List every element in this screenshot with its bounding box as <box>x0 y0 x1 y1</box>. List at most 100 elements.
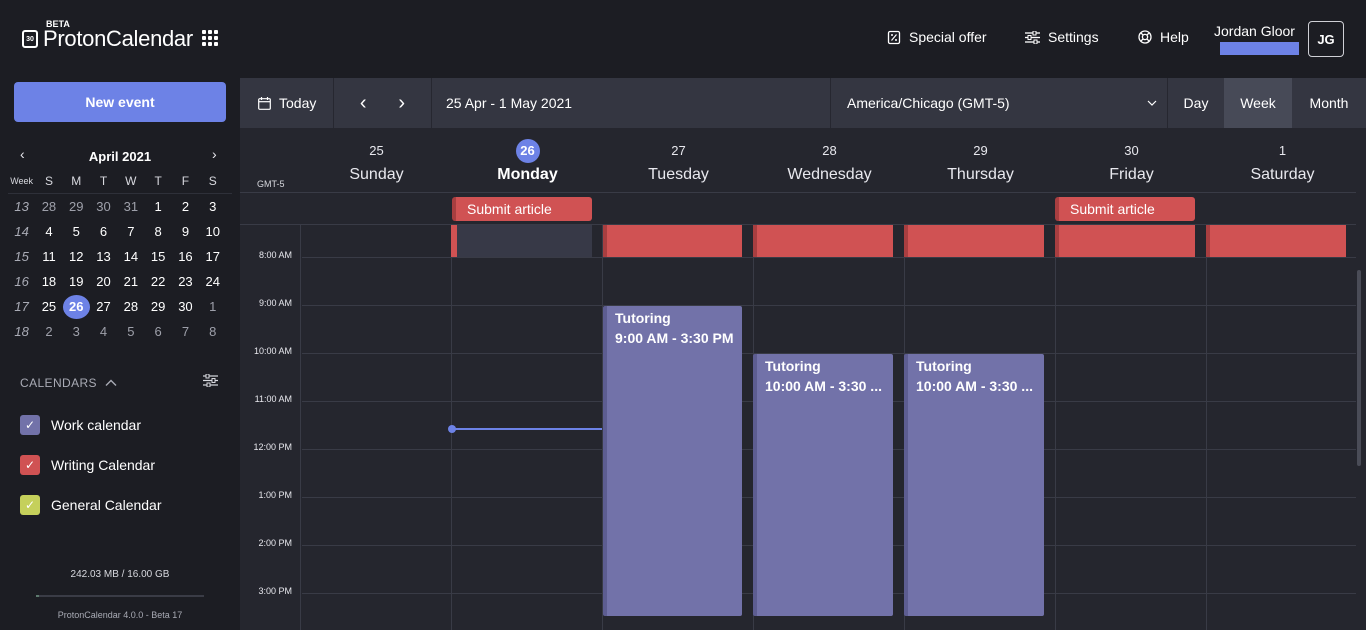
mini-day[interactable]: 21 <box>117 274 144 289</box>
day-column-header[interactable]: 29 Thursday <box>905 142 1056 184</box>
mini-next-month-button[interactable]: › <box>212 146 217 162</box>
mini-day[interactable]: 23 <box>172 274 199 289</box>
calendar-settings-button[interactable] <box>203 373 218 392</box>
mini-day[interactable]: 19 <box>63 274 90 289</box>
chevron-right-icon[interactable]: › <box>398 92 405 115</box>
event-block-continued[interactable] <box>753 225 893 257</box>
mini-week-row: 13 28 29 30 31 1 2 3 <box>8 194 232 219</box>
day-number: 1 <box>1278 143 1287 158</box>
event-block-continued[interactable] <box>1206 225 1346 257</box>
mini-day[interactable]: 4 <box>90 324 117 339</box>
app-logo[interactable]: 30 ProtonCalendar <box>22 26 193 52</box>
all-day-event[interactable]: Submit article <box>452 197 592 221</box>
mini-day[interactable]: 15 <box>144 249 171 264</box>
day-column-header[interactable]: 30 Friday <box>1056 142 1207 184</box>
view-week-button[interactable]: Week <box>1224 78 1292 128</box>
week-number[interactable]: 14 <box>8 224 35 239</box>
mini-day[interactable]: 13 <box>90 249 117 264</box>
mini-day[interactable]: 8 <box>144 224 171 239</box>
event-block-continued[interactable] <box>603 225 742 257</box>
day-name: Monday <box>497 166 558 183</box>
checkbox-check-icon[interactable]: ✓ <box>20 495 40 515</box>
week-number[interactable]: 18 <box>8 324 35 339</box>
checkbox-check-icon[interactable]: ✓ <box>20 455 40 475</box>
mini-day[interactable]: 3 <box>63 324 90 339</box>
day-column-header[interactable]: 25 Sunday <box>301 142 452 184</box>
mini-day[interactable]: 6 <box>144 324 171 339</box>
mini-day[interactable]: 14 <box>117 249 144 264</box>
mini-day[interactable]: 29 <box>63 199 90 214</box>
storage-usage-text: 242.03 MB / 16.00 GB <box>70 569 170 580</box>
mini-day[interactable]: 12 <box>63 249 90 264</box>
mini-day[interactable]: 1 <box>144 199 171 214</box>
sliders-icon <box>203 373 218 388</box>
day-column-header[interactable]: 26 Monday <box>452 139 603 184</box>
vertical-scrollbar[interactable] <box>1357 270 1361 466</box>
mini-day[interactable]: 9 <box>172 224 199 239</box>
mini-day[interactable]: 28 <box>35 199 62 214</box>
calendars-heading[interactable]: CALENDARS <box>20 376 220 390</box>
mini-day[interactable]: 4 <box>35 224 62 239</box>
today-button[interactable]: Today <box>240 78 334 128</box>
user-name[interactable]: Jordan Gloor <box>1214 23 1295 39</box>
calendar-item-label: General Calendar <box>51 497 162 513</box>
chevron-left-icon[interactable]: ‹ <box>360 92 367 115</box>
avatar[interactable]: JG <box>1308 21 1344 57</box>
week-number[interactable]: 15 <box>8 249 35 264</box>
mini-day[interactable]: 24 <box>199 274 226 289</box>
calendar-item-writing[interactable]: ✓ Writing Calendar <box>20 455 155 475</box>
event-card[interactable]: Tutoring 9:00 AM - 3:30 PM <box>603 306 742 616</box>
special-offer-link[interactable]: Special offer <box>887 29 987 45</box>
day-column-header[interactable]: 28 Wednesday <box>754 142 905 184</box>
view-day-button[interactable]: Day <box>1168 78 1224 128</box>
event-block-continued[interactable] <box>1055 225 1195 257</box>
day-column-header[interactable]: 1 Saturday <box>1207 142 1358 184</box>
mini-day[interactable]: 10 <box>199 224 226 239</box>
time-grid[interactable]: 8:00 AM 9:00 AM 10:00 AM 11:00 AM 12:00 PM 1:… <box>240 225 1356 630</box>
week-number[interactable]: 17 <box>8 299 35 314</box>
mini-day[interactable]: 30 <box>90 199 117 214</box>
day-name: Friday <box>1109 166 1154 183</box>
new-event-button[interactable]: New event <box>14 82 226 122</box>
calendar-item-general[interactable]: ✓ General Calendar <box>20 495 162 515</box>
event-card[interactable]: Tutoring 10:00 AM - 3:30 ... <box>753 354 893 616</box>
week-number[interactable]: 13 <box>8 199 35 214</box>
event-block-continued[interactable] <box>904 225 1044 257</box>
all-day-event[interactable]: Submit article <box>1055 197 1195 221</box>
mini-day-today[interactable]: 26 <box>62 294 90 319</box>
mini-day[interactable]: 1 <box>199 299 226 314</box>
calendar-item-work[interactable]: ✓ Work calendar <box>20 415 141 435</box>
mini-day[interactable]: 2 <box>172 199 199 214</box>
mini-day[interactable]: 5 <box>63 224 90 239</box>
mini-day[interactable]: 17 <box>199 249 226 264</box>
mini-day[interactable]: 18 <box>35 274 62 289</box>
day-column-header[interactable]: 27 Tuesday <box>603 142 754 184</box>
view-month-button[interactable]: Month <box>1292 78 1366 128</box>
mini-day[interactable]: 16 <box>172 249 199 264</box>
mini-day[interactable]: 11 <box>35 249 62 264</box>
mini-day[interactable]: 27 <box>90 299 117 314</box>
mini-day[interactable]: 3 <box>199 199 226 214</box>
mini-day[interactable]: 30 <box>172 299 199 314</box>
checkbox-check-icon[interactable]: ✓ <box>20 415 40 435</box>
event-card[interactable]: Tutoring 10:00 AM - 3:30 ... <box>904 354 1044 616</box>
calendar-main: Today ‹ › 25 Apr - 1 May 2021 America/Ch… <box>240 78 1366 630</box>
timezone-select[interactable]: America/Chicago (GMT-5) <box>831 78 1168 128</box>
mini-day[interactable]: 5 <box>117 324 144 339</box>
settings-link[interactable]: Settings <box>1025 29 1099 45</box>
mini-day[interactable]: 8 <box>199 324 226 339</box>
mini-day[interactable]: 20 <box>90 274 117 289</box>
mini-day[interactable]: 25 <box>35 299 62 314</box>
mini-day[interactable]: 2 <box>35 324 62 339</box>
mini-day[interactable]: 7 <box>172 324 199 339</box>
mini-day[interactable]: 29 <box>144 299 171 314</box>
mini-day[interactable]: 7 <box>117 224 144 239</box>
mini-day[interactable]: 28 <box>117 299 144 314</box>
week-number[interactable]: 16 <box>8 274 35 289</box>
mini-day[interactable]: 22 <box>144 274 171 289</box>
current-time-line <box>453 428 602 430</box>
apps-grid-icon[interactable] <box>202 30 218 46</box>
mini-day[interactable]: 31 <box>117 199 144 214</box>
help-link[interactable]: Help <box>1138 29 1189 45</box>
mini-day[interactable]: 6 <box>90 224 117 239</box>
